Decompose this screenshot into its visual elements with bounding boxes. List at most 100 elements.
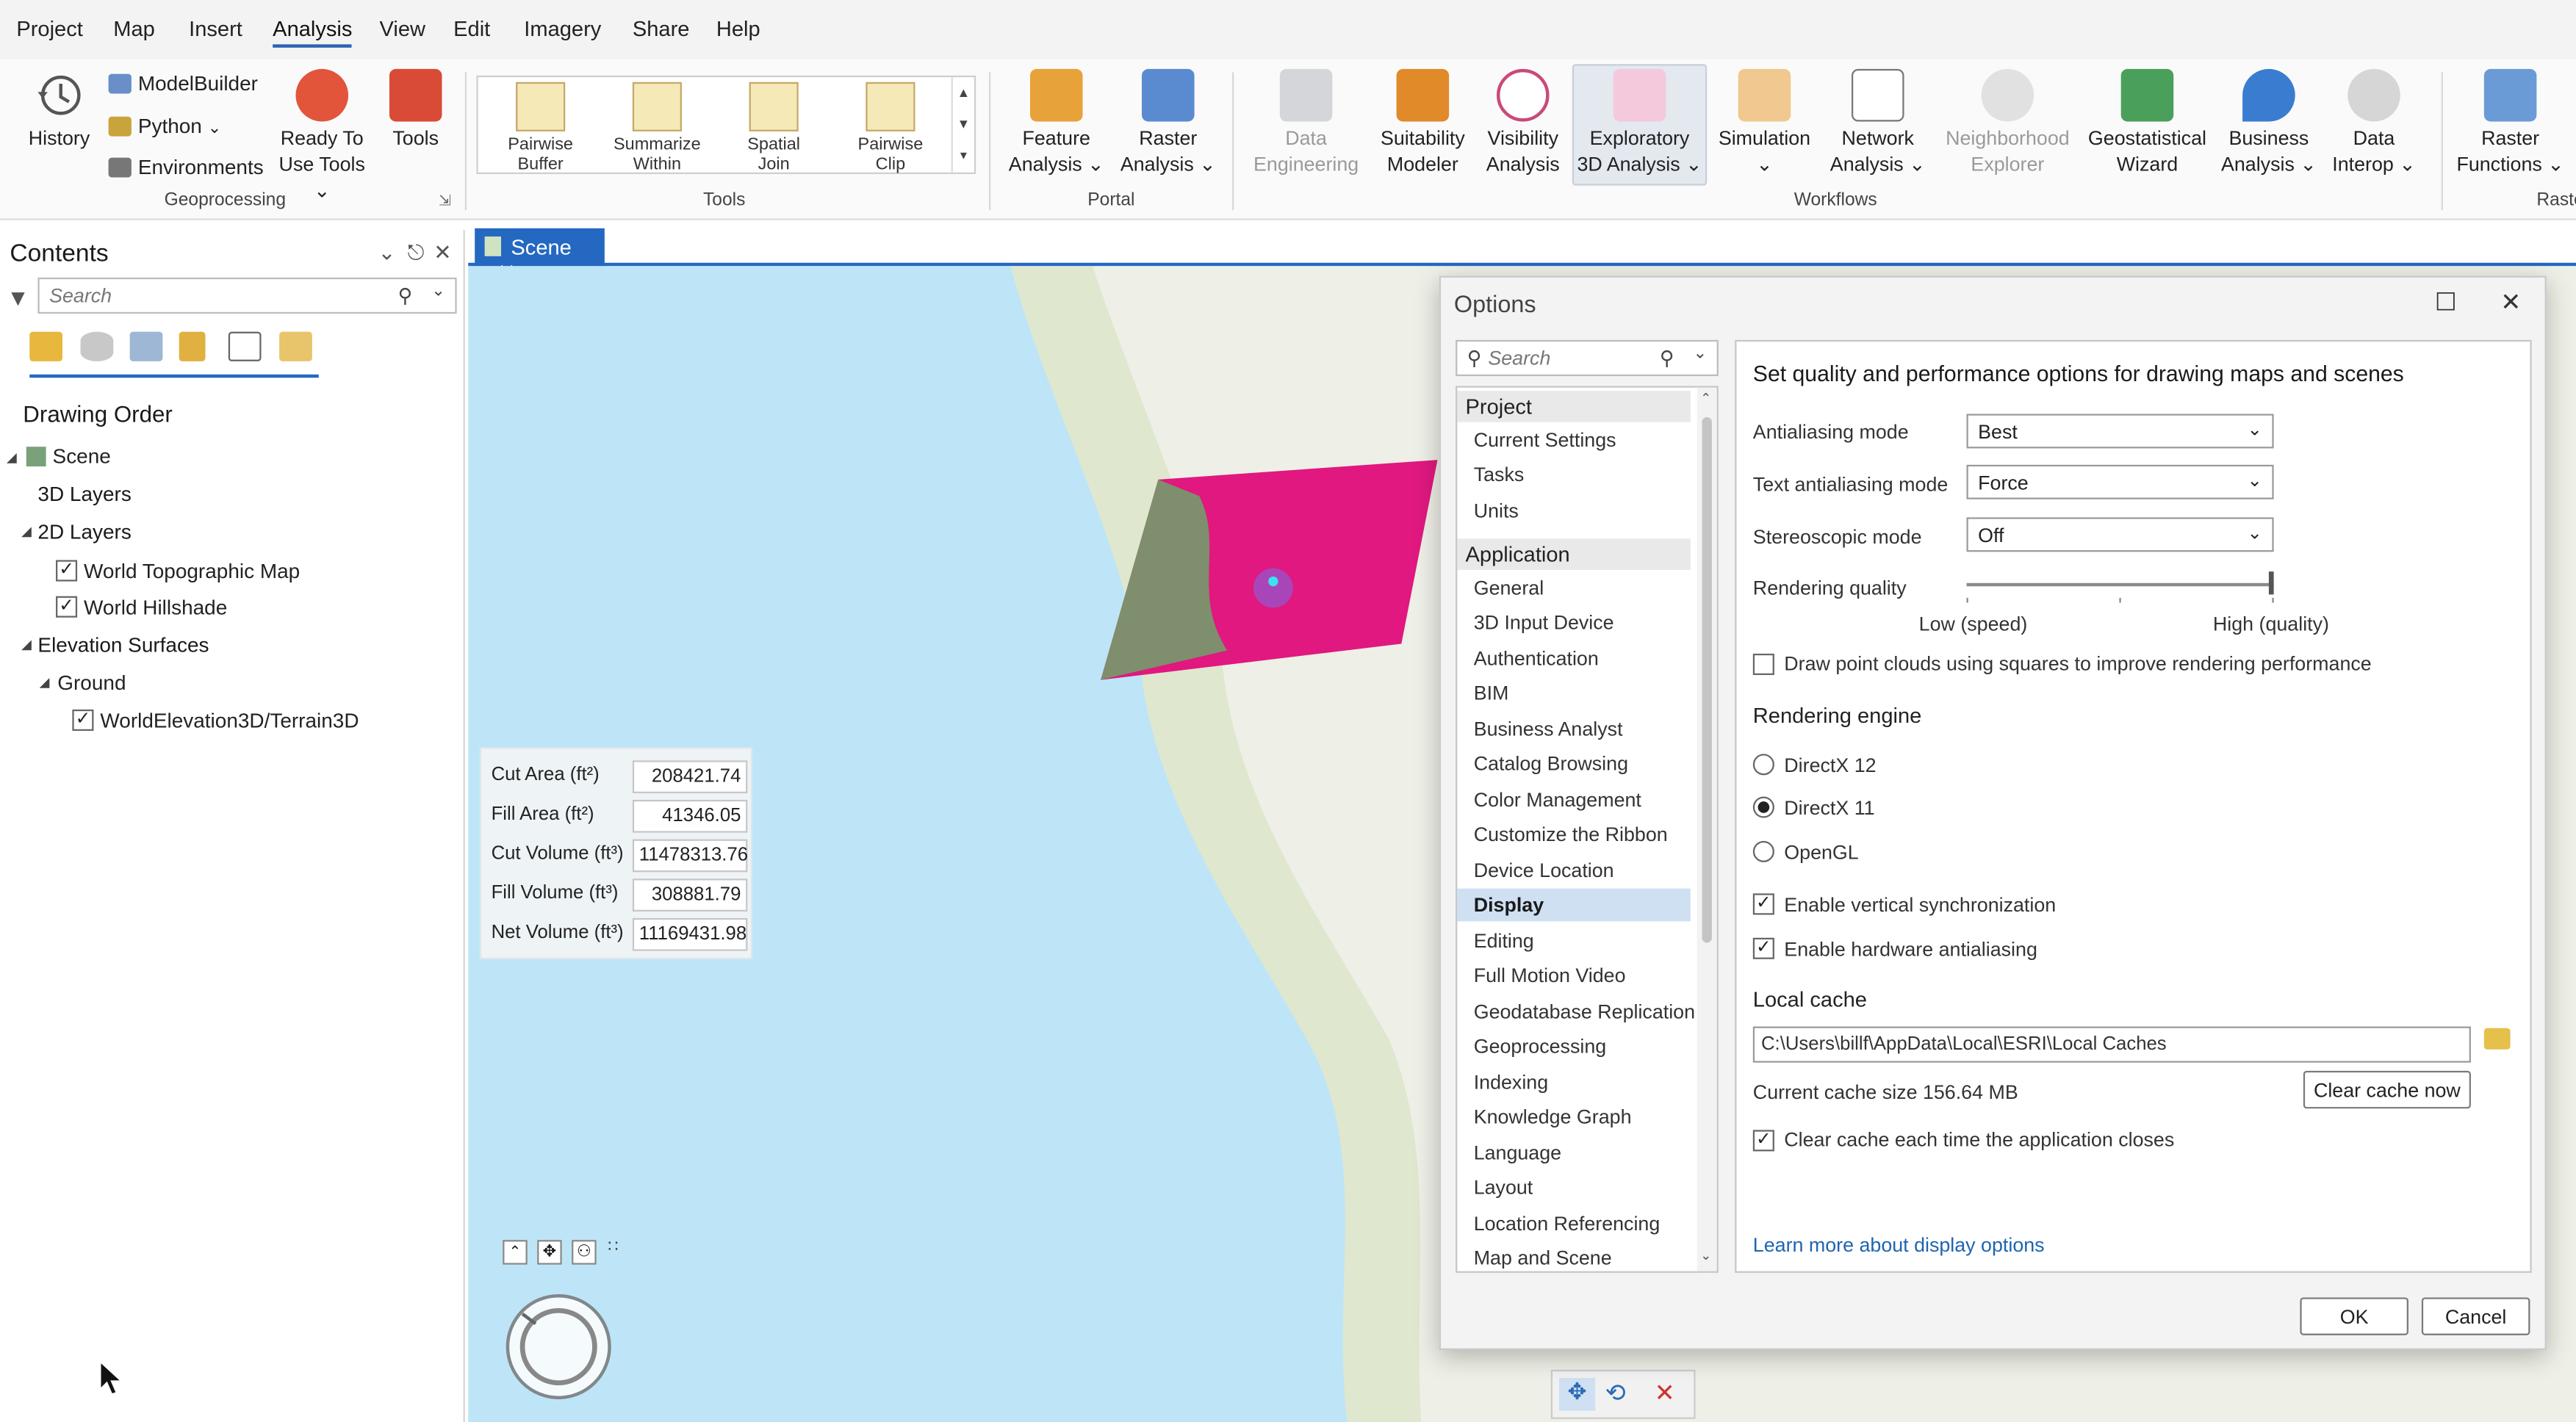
hw-antialiasing-checkbox[interactable]: ✓ (1752, 937, 1774, 959)
menu-imagery[interactable]: Imagery (524, 16, 601, 41)
suitability-modeler-button[interactable]: Suitability Modeler (1373, 68, 1472, 178)
nav-color-management[interactable]: Color Management (1474, 788, 1641, 811)
collapse-arrow-icon[interactable]: ◢ (21, 524, 32, 538)
data-source-icon[interactable] (80, 331, 114, 361)
nav-catalog-browsing[interactable]: Catalog Browsing (1474, 752, 1628, 775)
geostatistical-wizard-button[interactable]: Geostatistical Wizard (2083, 68, 2211, 178)
business-analysis-button[interactable]: Business Analysis ⌄ (2218, 68, 2320, 178)
raster-functions-button[interactable]: Raster Functions ⌄ (2455, 68, 2566, 178)
visibility-analysis-button[interactable]: Visibility Analysis (1475, 68, 1571, 178)
tree-hillshade[interactable]: World Hillshade (84, 596, 227, 619)
tree-elevation-surfaces[interactable]: Elevation Surfaces (37, 634, 209, 657)
text-antialiasing-select[interactable]: Force ⌄ (1966, 464, 2274, 499)
tree-terrain[interactable]: WorldElevation3D/Terrain3D (100, 710, 359, 732)
navigator-grip-icon[interactable]: ∷ (608, 1238, 618, 1257)
summarize-within-tool[interactable]: Summarize Within (606, 82, 708, 174)
full-extent-icon[interactable]: ✥ (537, 1240, 562, 1265)
vsync-checkbox[interactable]: ✓ (1752, 893, 1774, 915)
menu-edit[interactable]: Edit (453, 16, 490, 41)
selection-icon[interactable] (129, 331, 163, 361)
raster-analysis-button[interactable]: Raster Analysis ⌄ (1117, 68, 1219, 178)
tree-2d-layers[interactable]: 2D Layers (37, 521, 131, 544)
cancel-button[interactable]: Cancel (2421, 1297, 2530, 1335)
nav-full-motion-video[interactable]: Full Motion Video (1474, 964, 1626, 987)
python-button[interactable]: Python ⌄ (108, 115, 221, 138)
menu-analysis[interactable]: Analysis (273, 16, 353, 48)
snapping-icon[interactable] (228, 331, 262, 361)
labeling-icon[interactable] (279, 331, 312, 361)
menu-map[interactable]: Map (113, 16, 155, 41)
drawing-order-icon[interactable] (29, 331, 62, 361)
chevron-down-icon[interactable]: ⌄ (431, 283, 445, 301)
nav-group-application[interactable]: Application (1457, 538, 1691, 570)
tab-scene[interactable]: Scene ✕ (475, 228, 605, 284)
move-icon[interactable]: ✥ (1558, 1378, 1596, 1411)
navigator-icon[interactable] (503, 1291, 614, 1402)
radio-opengl[interactable] (1752, 840, 1774, 862)
rendering-quality-slider-thumb[interactable] (2268, 571, 2274, 595)
nav-general[interactable]: General (1474, 577, 1544, 599)
nav-tasks[interactable]: Tasks (1474, 463, 1525, 486)
scroll-up-icon[interactable]: ▲ (953, 77, 974, 108)
cache-path-input[interactable]: C:\Users\billf\AppData\Local\ESRI\Local … (1752, 1026, 2471, 1063)
clear-on-close-checkbox[interactable]: ✓ (1752, 1130, 1774, 1152)
nav-current-settings[interactable]: Current Settings (1474, 429, 1616, 452)
nav-indexing[interactable]: Indexing (1474, 1071, 1548, 1094)
editing-icon[interactable] (179, 331, 206, 361)
history-button[interactable]: History (23, 69, 95, 151)
nav-location-referencing[interactable]: Location Referencing (1474, 1212, 1661, 1235)
menu-help[interactable]: Help (716, 16, 760, 41)
ready-to-use-tools-button[interactable]: Ready To Use Tools ⌄ (270, 68, 375, 203)
close-icon[interactable]: ✕ (1655, 1378, 1675, 1407)
nav-bim[interactable]: BIM (1474, 682, 1509, 704)
nav-business-analyst[interactable]: Business Analyst (1474, 718, 1623, 740)
tree-3d-layers[interactable]: 3D Layers (37, 483, 131, 505)
learn-more-link[interactable]: Learn more about display options (1753, 1233, 2045, 1256)
nav-group-project[interactable]: Project (1457, 391, 1691, 422)
rendering-quality-track[interactable] (1966, 582, 2274, 587)
menu-view[interactable]: View (380, 16, 426, 41)
folder-open-icon[interactable] (2483, 1028, 2511, 1050)
nav-layout[interactable]: Layout (1474, 1176, 1533, 1199)
scroll-thumb[interactable] (1702, 416, 1712, 943)
tree-topo-map[interactable]: World Topographic Map (84, 560, 300, 582)
antialiasing-select[interactable]: Best ⌄ (1966, 414, 2274, 449)
contents-search-input[interactable]: Search ⚲ ⌄ (37, 277, 457, 314)
expand-gallery-icon[interactable]: ▾ (953, 140, 974, 170)
environments-button[interactable]: Environments (108, 156, 264, 179)
tools-button[interactable]: Tools (384, 68, 447, 151)
options-search-input[interactable]: ⚲ Search ⚲ ⌄ (1456, 339, 1719, 377)
spatial-join-tool[interactable]: Spatial Join (723, 82, 825, 174)
scroll-down-icon[interactable]: ▼ (953, 109, 974, 140)
neighborhood-explorer-button[interactable]: Neighborhood Explorer (1938, 68, 2076, 178)
exploratory-3d-analysis-button[interactable]: Exploratory 3D Analysis ⌄ (1574, 68, 1705, 178)
dialog-launcher-icon[interactable]: ⇲ (439, 192, 451, 211)
collapse-arrow-icon[interactable]: ◢ (7, 450, 17, 465)
maximize-icon[interactable]: ☐ (2435, 287, 2457, 317)
data-engineering-button[interactable]: Data Engineering (1248, 68, 1364, 178)
pin-icon[interactable]: ⎋ (408, 239, 425, 266)
scroll-up-icon[interactable]: ⌃ (1700, 391, 1711, 405)
data-interop-button[interactable]: Data Interop ⌄ (2326, 68, 2422, 178)
chevron-down-icon[interactable]: ⌄ (1693, 345, 1707, 364)
collapse-arrow-icon[interactable]: ◢ (40, 675, 50, 690)
collapse-arrow-icon[interactable]: ◢ (21, 638, 32, 652)
close-icon[interactable]: ✕ (433, 239, 451, 266)
close-icon[interactable]: ✕ (2500, 287, 2521, 317)
radio-directx12[interactable] (1752, 754, 1774, 776)
nav-geodatabase-replication[interactable]: Geodatabase Replication (1474, 1000, 1695, 1023)
clear-cache-button[interactable]: Clear cache now (2303, 1070, 2471, 1109)
filter-icon[interactable]: ▼ (7, 284, 29, 311)
stereoscopic-select[interactable]: Off ⌄ (1966, 517, 2274, 552)
network-analysis-button[interactable]: Network Analysis ⌄ (1824, 68, 1932, 178)
checkbox-terrain[interactable]: ✓ (72, 709, 94, 732)
menu-share[interactable]: Share (633, 16, 690, 41)
modelbuilder-button[interactable]: ModelBuilder (108, 72, 258, 95)
chevron-up-icon[interactable]: ⌃ (503, 1240, 528, 1265)
nav-device-location[interactable]: Device Location (1474, 859, 1614, 881)
nav-map-and-scene[interactable]: Map and Scene (1474, 1246, 1612, 1269)
menu-project[interactable]: Project (16, 16, 82, 41)
rotate-icon[interactable]: ⟲ (1605, 1378, 1626, 1407)
pairwise-clip-tool[interactable]: Pairwise Clip (840, 82, 942, 174)
nav-units[interactable]: Units (1474, 499, 1519, 522)
